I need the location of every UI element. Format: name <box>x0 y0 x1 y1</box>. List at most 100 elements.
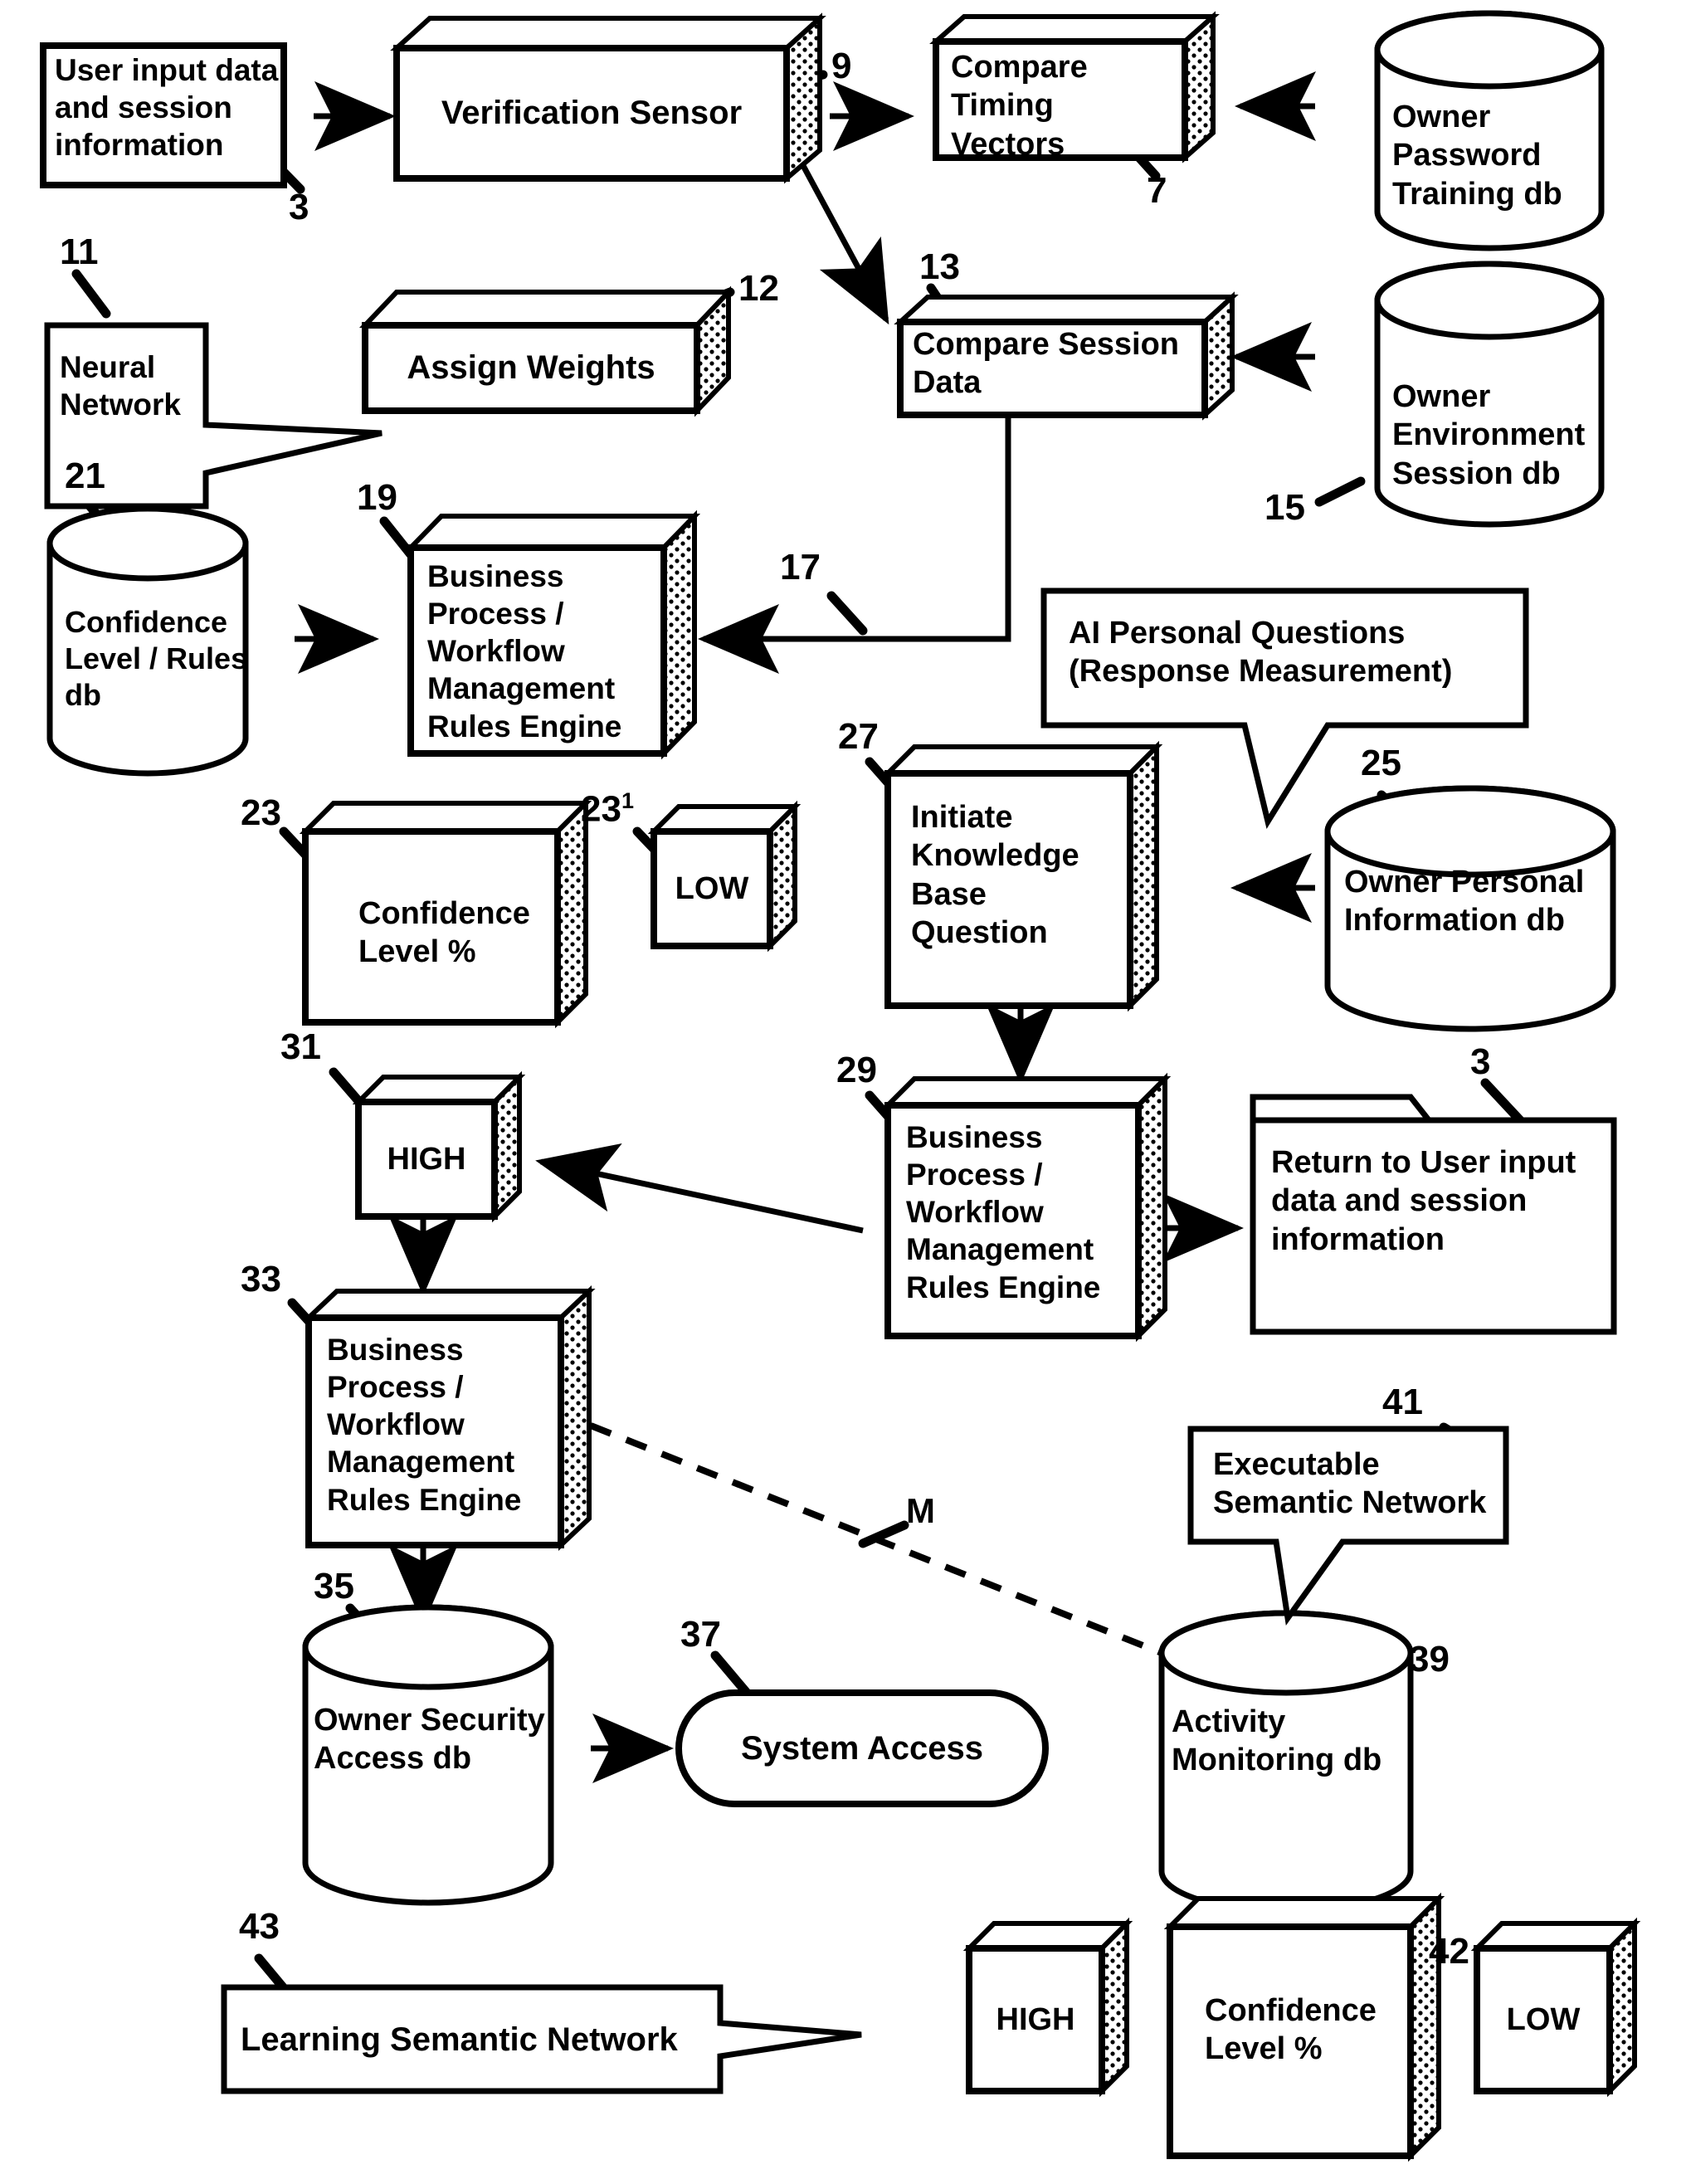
node-system-access[interactable]: System Access <box>679 1693 1045 1804</box>
conf23-line-1: Confidence <box>358 896 530 931</box>
node-high-31[interactable]: HIGH <box>358 1102 495 1216</box>
system-access-label: System Access <box>740 1729 984 1767</box>
box3d-top-confidence23 <box>299 801 592 834</box>
ref-13: 13 <box>919 246 960 287</box>
engine29-line-1: Business <box>906 1120 1043 1154</box>
leader-15 <box>1314 476 1366 507</box>
engine29-line-4: Management <box>906 1232 1094 1267</box>
node-user-input-data[interactable]: User input data and session information <box>55 51 279 180</box>
ref-23: 23 <box>241 792 281 833</box>
ref-41: 41 <box>1382 1382 1423 1422</box>
user-input-line-2: and session <box>55 90 232 125</box>
engine29-line-2: Process / <box>906 1158 1043 1192</box>
ref-23-prime: 231 <box>581 790 634 828</box>
conf42-line-1: Confidence <box>1205 1993 1377 2028</box>
patent-figure-canvas: User input data and session information … <box>0 0 1686 2184</box>
node-owner-password-training-db[interactable]: Owner Password Training db <box>1392 98 1625 222</box>
activity-line-2: Monitoring db <box>1172 1743 1382 1778</box>
owner-env-line-2: Environment <box>1392 417 1586 453</box>
user-input-line-3: information <box>55 128 224 163</box>
ref-11: 11 <box>60 232 99 272</box>
ref-23-prime-number: 23 <box>581 788 621 830</box>
node-return-to-user-input[interactable]: Return to User input data and session in… <box>1271 1143 1603 1280</box>
node-owner-personal-information-db[interactable]: Owner Personal Information db <box>1344 863 1610 954</box>
verification-sensor-label: Verification Sensor <box>441 95 743 132</box>
node-executable-semantic-network[interactable]: Executable Semantic Network <box>1213 1445 1512 1537</box>
assign-weights-label: Assign Weights <box>407 349 655 387</box>
ref-17: 17 <box>780 547 821 587</box>
arrow-engine29-to-high31 <box>535 1143 864 1234</box>
node-compare-session-data[interactable]: Compare Session Data <box>913 325 1203 412</box>
compare-timing-line-1: Compare Timing <box>951 50 1088 124</box>
ref-12: 12 <box>738 268 779 309</box>
compare-session-line-2: Data <box>913 365 982 401</box>
node-rules-engine-19[interactable]: Business Process / Workflow Management R… <box>427 558 676 748</box>
leader-17 <box>826 591 868 636</box>
ref-39: 39 <box>1409 1639 1450 1679</box>
node-rules-engine-29[interactable]: Business Process / Workflow Management R… <box>906 1119 1155 1328</box>
ref-33: 33 <box>241 1259 281 1299</box>
engine33-line-1: Business <box>327 1333 464 1367</box>
node-confidence-level-42[interactable]: Confidence Level % <box>1205 1991 1412 2074</box>
engine19-line-2: Process / <box>427 597 564 631</box>
node-low-bottom[interactable]: LOW <box>1477 1948 1610 2091</box>
node-rules-engine-33[interactable]: Business Process / Workflow Management R… <box>327 1331 576 1538</box>
node-low-23-prime[interactable]: LOW <box>654 831 770 946</box>
initiate-line-1: Initiate <box>911 800 1013 835</box>
node-activity-monitoring-db[interactable]: Activity Monitoring db <box>1172 1703 1420 1794</box>
neural-network-line-1: Neural <box>60 350 156 384</box>
box3d-top-engine29 <box>881 1076 1172 1108</box>
engine19-line-3: Workflow <box>427 634 565 669</box>
arrow-sensor-to-session <box>787 139 889 325</box>
node-learning-semantic-network[interactable]: Learning Semantic Network <box>241 2015 738 2065</box>
engine33-line-2: Process / <box>327 1370 464 1405</box>
engine29-line-3: Workflow <box>906 1195 1044 1230</box>
ref-3-return: 3 <box>1470 1041 1491 1082</box>
learning-sem-label: Learning Semantic Network <box>241 2021 678 2058</box>
node-assign-weights[interactable]: Assign Weights <box>365 325 697 411</box>
owner-env-line-1: Owner <box>1392 379 1491 414</box>
node-compare-timing-vectors[interactable]: Compare Timing Vectors <box>951 48 1191 162</box>
initiate-line-4: Question <box>911 915 1048 951</box>
engine29-line-5: Rules Engine <box>906 1270 1101 1304</box>
box3d-top-assign-weights <box>359 290 734 328</box>
node-ai-personal-questions[interactable]: AI Personal Questions (Response Measurem… <box>1069 614 1517 705</box>
ref-27: 27 <box>838 716 879 757</box>
owner-password-line-2: Password <box>1392 138 1542 173</box>
owner-personal-line-1: Owner Personal <box>1344 865 1585 899</box>
node-high-bottom[interactable]: HIGH <box>969 1948 1102 2091</box>
node-verification-sensor[interactable]: Verification Sensor <box>397 48 787 178</box>
ref-37: 37 <box>680 1614 721 1655</box>
box3d-top-verification-sensor <box>390 16 826 51</box>
ref-9: 9 <box>831 46 852 86</box>
ref-M: M <box>906 1491 935 1530</box>
ref-19: 19 <box>357 477 397 518</box>
ref-3-input: 3 <box>289 187 309 227</box>
box3d-top-confidence42 <box>1163 1896 1445 1929</box>
node-owner-environment-session-db[interactable]: Owner Environment Session db <box>1392 378 1641 502</box>
exec-sem-line-2: Semantic Network <box>1213 1485 1487 1521</box>
return-line-2: data and session <box>1271 1183 1528 1219</box>
owner-password-line-1: Owner <box>1392 100 1491 134</box>
box3d-right-high-bottom <box>1099 1917 1129 2098</box>
ref-43: 43 <box>239 1906 280 1947</box>
high-bottom-label: HIGH <box>996 2001 1075 2037</box>
box3d-top-initiate <box>881 744 1163 776</box>
node-confidence-level-23[interactable]: Confidence Level % <box>358 895 566 977</box>
node-initiate-knowledge-base-question[interactable]: Initiate Knowledge Base Question <box>911 798 1135 981</box>
node-owner-security-access-db[interactable]: Owner Security Access db <box>314 1701 563 1792</box>
node-confidence-rules-db[interactable]: Confidence Level / Rules db <box>65 604 264 737</box>
ref-15: 15 <box>1264 487 1305 528</box>
ref-31: 31 <box>280 1026 321 1067</box>
ref-21: 21 <box>65 456 105 496</box>
engine19-line-1: Business <box>427 559 564 593</box>
ref-25: 25 <box>1361 743 1401 783</box>
engine33-line-3: Workflow <box>327 1407 465 1442</box>
ref-7: 7 <box>1147 170 1167 211</box>
owner-env-line-3: Session db <box>1392 456 1561 491</box>
ai-questions-line-1: AI Personal Questions <box>1069 616 1406 651</box>
box3d-top-compare-timing <box>929 14 1220 44</box>
leader-11 <box>71 269 111 319</box>
ref-29: 29 <box>836 1050 877 1090</box>
initiate-line-3: Base <box>911 876 987 912</box>
